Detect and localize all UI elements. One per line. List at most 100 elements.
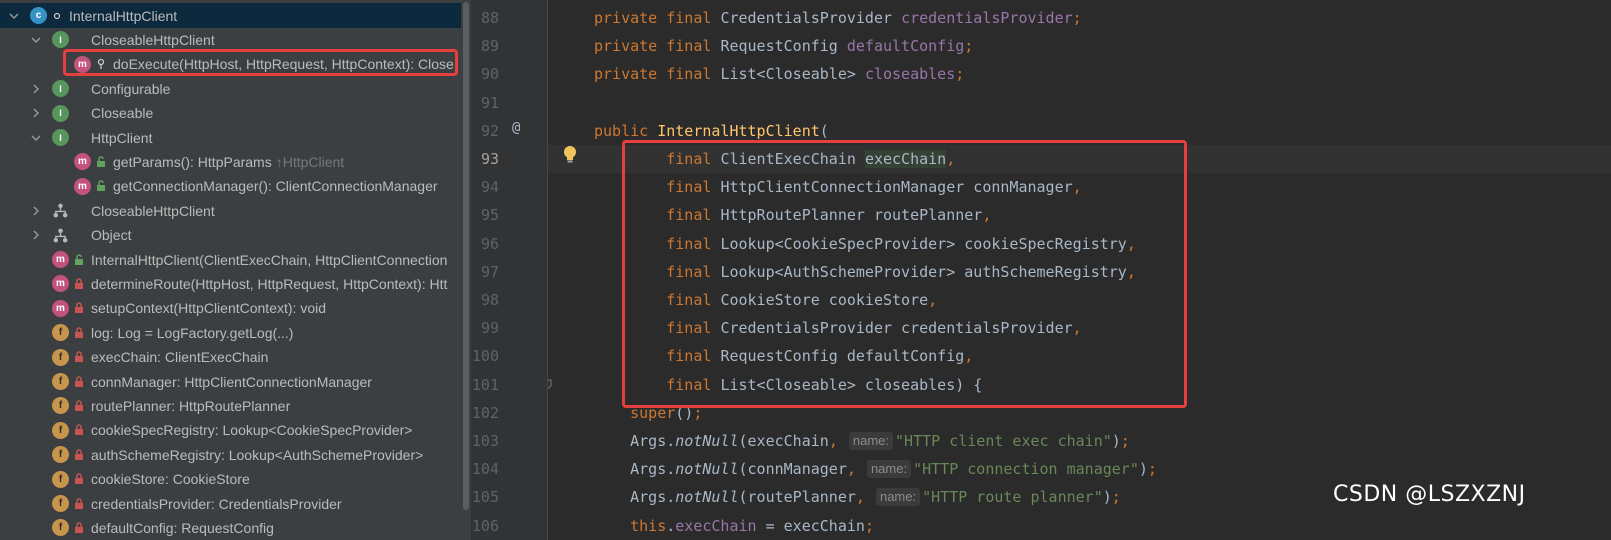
tree-row-label: Object: [91, 227, 132, 244]
fold-marker-icon[interactable]: [548, 379, 552, 391]
tree-row-label: CloseableHttpClient: [91, 31, 215, 48]
code-token: ;: [955, 65, 965, 84]
code-token: ;: [1120, 432, 1130, 450]
tree-row[interactable]: CloseableHttpClient: [0, 198, 461, 223]
interface-icon: I: [52, 129, 69, 146]
lock-icon: [73, 521, 85, 535]
tree-row[interactable]: f connManager: HttpClientConnectionManage…: [0, 369, 461, 394]
line-number[interactable]: 99: [481, 314, 499, 342]
chevron-right-icon[interactable]: [28, 101, 44, 126]
chevron-right-icon[interactable]: [28, 76, 44, 101]
tree-row[interactable]: m getParams(): HttpParams ↑HttpClient: [0, 149, 461, 174]
line-number[interactable]: 98: [481, 286, 499, 314]
parameter-name-hint: name:: [848, 432, 894, 450]
line-number[interactable]: 91: [481, 89, 499, 117]
line-number[interactable]: 101: [472, 371, 499, 399]
chevron-right-icon[interactable]: [28, 223, 44, 248]
method-icon: m: [52, 299, 69, 317]
code-token: ;: [964, 37, 974, 56]
override-at-marker[interactable]: @: [512, 120, 520, 136]
line-number[interactable]: 106: [472, 512, 499, 540]
code-token: (execChain: [738, 432, 829, 450]
field-icon: f: [52, 470, 69, 488]
code-line[interactable]: private final RequestConfig defaultConfi…: [594, 32, 973, 60]
interface-icon: I: [52, 31, 69, 49]
code-token: ,: [846, 460, 865, 479]
code-line[interactable]: Args.notNull(execChain, name: "HTTP clien…: [594, 427, 1130, 455]
tree-row-label: authSchemeRegistry: Lookup<AuthSchemePro…: [91, 446, 424, 463]
code-token: public: [594, 121, 658, 140]
tree-row[interactable]: I Configurable: [0, 76, 461, 101]
tree-row[interactable]: c InternalHttpClient: [0, 3, 461, 28]
line-number[interactable]: 92: [481, 117, 499, 145]
tree-row[interactable]: m InternalHttpClient(ClientExecChain, Htt…: [0, 247, 461, 272]
tree-row[interactable]: I Closeable: [0, 101, 461, 126]
line-number[interactable]: 94: [481, 173, 499, 201]
line-number[interactable]: 93: [481, 145, 499, 173]
chevron-right-icon[interactable]: [28, 198, 44, 223]
lightbulb-icon[interactable]: [562, 145, 578, 165]
inherited-from-hint: ↑HttpClient: [275, 153, 345, 170]
line-number-gutter[interactable]: 88 89 90 91 92 93 94 95 96 97 98 99 100 101 102 103 104 1…: [471, 0, 548, 540]
code-token: execChain: [675, 516, 766, 535]
lock-icon: [73, 448, 85, 462]
code-line[interactable]: private final CredentialsProvider creden…: [594, 4, 1082, 32]
line-number[interactable]: 95: [481, 201, 499, 229]
code-line[interactable]: Args.notNull(connManager, name: "HTTP con…: [594, 455, 1157, 483]
line-number[interactable]: 103: [472, 427, 499, 455]
parameter-name-hint: name:: [866, 460, 912, 479]
code-token: defaultConfig: [846, 37, 965, 56]
tree-row[interactable]: f cookieStore: CookieStore: [0, 467, 461, 492]
structure-scrollbar[interactable]: [461, 0, 471, 540]
code-line[interactable]: private final List<Closeable> closeables…: [594, 60, 964, 88]
line-number[interactable]: 104: [472, 455, 499, 483]
line-number[interactable]: 96: [481, 230, 499, 258]
tree-row[interactable]: Object: [0, 223, 461, 248]
code-token: (: [819, 121, 829, 140]
code-line[interactable]: this.execChain = execChain;: [594, 512, 874, 540]
structure-scrollbar-thumb[interactable]: [463, 2, 469, 510]
code-token: "HTTP route planner": [922, 488, 1103, 507]
lock-icon: [73, 301, 85, 315]
tree-row[interactable]: f authSchemeRegistry: Lookup<AuthSchemePr…: [0, 442, 461, 467]
line-number[interactable]: 89: [481, 32, 499, 60]
tree-row[interactable]: m setupContext(HttpClientContext): void: [0, 296, 461, 321]
code-token: ): [1138, 460, 1148, 479]
interface-icon: I: [52, 104, 69, 122]
line-number[interactable]: 102: [472, 399, 499, 427]
chevron-down-icon[interactable]: [28, 27, 44, 52]
tree-row[interactable]: f routePlanner: HttpRoutePlanner: [0, 393, 461, 418]
line-number[interactable]: 90: [481, 60, 499, 88]
highlight-box-constructor-params: [622, 140, 1187, 408]
lock-icon: [73, 326, 85, 340]
tree-row-label: InternalHttpClient(ClientExecChain, Http…: [91, 251, 448, 268]
tree-row[interactable]: f credentialsProvider: CredentialsProvide…: [0, 491, 461, 516]
tree-row[interactable]: f defaultConfig: RequestConfig: [0, 515, 461, 540]
tree-row[interactable]: m determineRoute(HttpHost, HttpRequest, H…: [0, 271, 461, 296]
tree-row-label: log: Log = LogFactory.getLog(...): [91, 324, 294, 341]
field-icon: f: [52, 519, 69, 537]
chevron-down-icon[interactable]: [6, 3, 22, 28]
line-number[interactable]: 105: [472, 483, 499, 511]
tree-row-label: CloseableHttpClient: [91, 202, 215, 219]
tree-row[interactable]: m getConnectionManager(): ClientConnectio…: [0, 174, 461, 199]
chevron-down-icon[interactable]: [28, 125, 44, 150]
tree-row-label: getParams(): HttpParams: [113, 153, 272, 170]
tree-row[interactable]: f execChain: ClientExecChain: [0, 345, 461, 370]
tree-row[interactable]: f cookieSpecRegistry: Lookup<CookieSpecPr…: [0, 418, 461, 443]
tree-row-label: HttpClient: [91, 129, 153, 146]
code-line[interactable]: Args.notNull(routePlanner, name: "HTTP ro…: [594, 483, 1121, 511]
code-token: List<Closeable>: [720, 65, 865, 84]
line-number[interactable]: 88: [481, 4, 499, 32]
tree-row[interactable]: I HttpClient: [0, 125, 461, 150]
line-number[interactable]: 97: [481, 258, 499, 286]
line-number[interactable]: 100: [472, 342, 499, 370]
public-lock-icon: [95, 155, 107, 169]
tree-row[interactable]: f log: Log = LogFactory.getLog(...): [0, 320, 461, 345]
tree-row-label: cookieStore: CookieStore: [91, 471, 250, 488]
